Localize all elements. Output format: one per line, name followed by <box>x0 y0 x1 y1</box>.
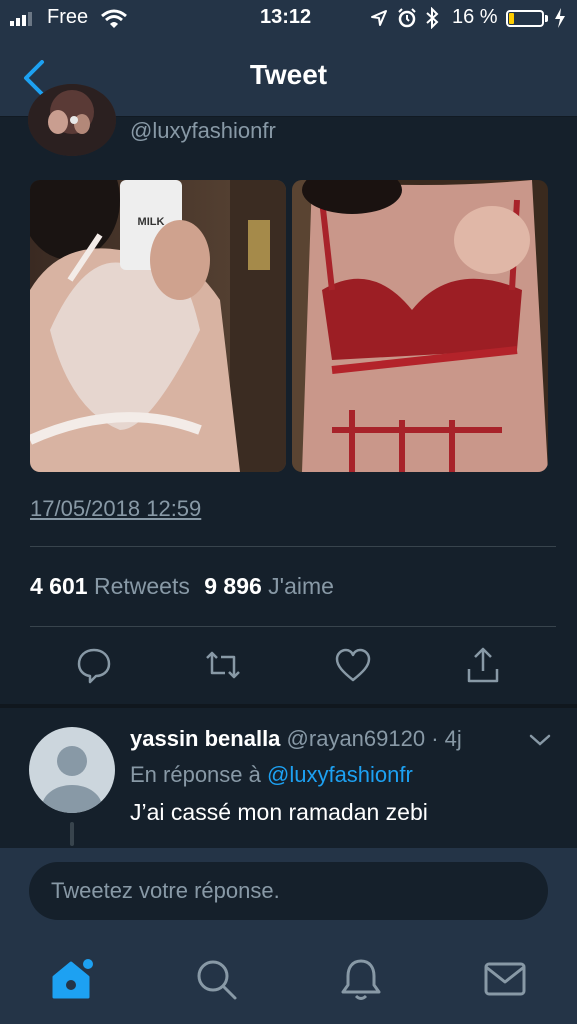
carrier-name: Free <box>47 6 89 28</box>
retweets-count[interactable]: 4 601 <box>30 573 88 599</box>
divider <box>30 626 556 627</box>
charging-icon <box>555 8 565 28</box>
tweet-image-1[interactable]: MILK <box>30 180 286 472</box>
battery-level <box>509 13 514 24</box>
tweet-author-avatar[interactable] <box>28 84 116 156</box>
messages-icon[interactable] <box>481 955 529 1003</box>
tweet-stats: 4 601 Retweets 9 896 J'aime <box>30 573 334 600</box>
likes-label[interactable]: J'aime <box>268 573 334 599</box>
alarm-icon <box>398 8 416 28</box>
reply-input[interactable] <box>29 862 548 920</box>
chevron-down-icon[interactable] <box>528 731 552 749</box>
battery-icon <box>506 10 544 27</box>
location-icon <box>371 10 387 26</box>
in-reply-to: En réponse à @luxyfashionfr <box>130 762 413 788</box>
tweet-author-handle[interactable]: @luxyfashionfr <box>130 118 276 144</box>
share-icon[interactable] <box>463 645 503 685</box>
reply-age: · 4j <box>431 726 462 751</box>
bluetooth-icon <box>426 7 439 29</box>
tweet-image-2[interactable] <box>292 180 548 472</box>
like-icon[interactable] <box>333 645 373 685</box>
thread-line <box>70 822 74 846</box>
reply-author-name[interactable]: yassin benalla <box>130 726 280 751</box>
wifi-icon <box>101 9 127 28</box>
likes-count[interactable]: 9 896 <box>204 573 262 599</box>
battery-percent: 16 % <box>452 6 498 28</box>
bottom-panel <box>0 848 577 1024</box>
reply-author-avatar[interactable] <box>29 727 115 813</box>
search-icon[interactable] <box>192 955 240 1003</box>
section-divider <box>0 704 577 708</box>
tweet-timestamp[interactable]: 17/05/2018 12:59 <box>30 496 201 522</box>
reply-author-handle[interactable]: @rayan69120 <box>287 726 426 751</box>
in-reply-handle[interactable]: @luxyfashionfr <box>267 762 413 787</box>
reply-text: J’ai cassé mon ramadan zebi <box>130 799 428 825</box>
retweet-icon[interactable] <box>203 645 243 685</box>
signal-icon <box>10 12 32 26</box>
divider <box>30 546 556 547</box>
status-bar: Free 13:12 16 % <box>0 0 577 38</box>
reply-icon[interactable] <box>74 645 114 685</box>
notifications-icon[interactable] <box>337 955 385 1003</box>
reply-header: yassin benalla @rayan69120 · 4j <box>130 726 462 752</box>
retweets-label[interactable]: Retweets <box>94 573 190 599</box>
clock-time: 13:12 <box>260 6 312 28</box>
in-reply-prefix: En réponse à <box>130 762 261 787</box>
phone-case-text: MILK <box>138 216 165 228</box>
home-icon[interactable] <box>49 955 97 1003</box>
